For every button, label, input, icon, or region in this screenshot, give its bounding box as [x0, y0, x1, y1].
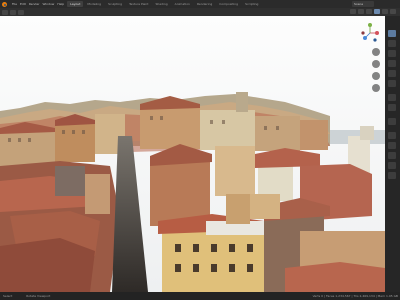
scene-selector[interactable]: Scene [352, 1, 374, 7]
overlay-icon[interactable] [350, 9, 356, 14]
view-menu-icon[interactable] [10, 9, 16, 15]
menu-edit[interactable]: Edit [19, 0, 27, 8]
status-stats: Verts 0 | Faces 1,234,567 | Tris 2,469,1… [312, 294, 398, 298]
tool-annotate-icon[interactable] [388, 94, 396, 101]
tool-move-icon[interactable] [388, 50, 396, 57]
menu-render[interactable]: Render [28, 0, 41, 8]
tool-add-cube-icon[interactable] [388, 118, 396, 125]
wireframe-shading-icon[interactable] [366, 9, 372, 14]
tab-shading[interactable]: Shading [152, 1, 170, 7]
status-select: Select [3, 294, 13, 298]
3d-viewport[interactable] [0, 16, 385, 292]
pan-hand-icon[interactable] [372, 60, 380, 68]
viewport-header [0, 8, 400, 16]
camera-view-icon[interactable] [372, 72, 380, 80]
tab-compositing[interactable]: Compositing [216, 1, 241, 7]
tool-bevel-icon[interactable] [388, 152, 396, 159]
tab-modeling[interactable]: Modeling [84, 1, 104, 7]
tab-layout[interactable]: Layout [67, 1, 84, 7]
status-rotate: Rotate Viewport [26, 294, 51, 298]
tab-sculpting[interactable]: Sculpting [105, 1, 125, 7]
menu-help[interactable]: Help [56, 0, 65, 8]
tool-knife-icon[interactable] [388, 172, 396, 179]
top-bar: File Edit Render Window Help Layout Mode… [0, 0, 400, 8]
tab-rendering[interactable]: Rendering [194, 1, 215, 7]
tool-rotate-icon[interactable] [388, 60, 396, 67]
shading-buttons [350, 9, 396, 14]
tab-animation[interactable]: Animation [172, 1, 193, 7]
main-menu: File Edit Render Window Help [11, 0, 65, 8]
workspace-tabs: Layout Modeling Sculpting Texture Paint … [67, 1, 261, 7]
xray-icon[interactable] [358, 9, 364, 14]
tool-tweak-icon[interactable] [388, 30, 396, 37]
city-scene [0, 16, 385, 292]
tool-extrude-icon[interactable] [388, 132, 396, 139]
tab-texture-paint[interactable]: Texture Paint [126, 1, 151, 7]
tab-scripting[interactable]: Scripting [242, 1, 261, 7]
axis-gizmo-icon[interactable] [359, 22, 381, 44]
menu-file[interactable]: File [11, 0, 18, 8]
tool-transform-icon[interactable] [388, 80, 396, 87]
tool-scale-icon[interactable] [388, 70, 396, 77]
perspective-toggle-icon[interactable] [372, 84, 380, 92]
material-shading-icon[interactable] [382, 9, 388, 14]
status-bar: Select Rotate Viewport Verts 0 | Faces 1… [0, 292, 400, 300]
select-menu-icon[interactable] [18, 9, 24, 15]
tool-cursor-icon[interactable] [388, 40, 396, 47]
editor-type-icon[interactable] [2, 9, 8, 15]
tool-inset-icon[interactable] [388, 142, 396, 149]
zoom-icon[interactable] [372, 48, 380, 56]
tool-loopcut-icon[interactable] [388, 162, 396, 169]
rendered-shading-icon[interactable] [390, 9, 396, 14]
right-toolbar [385, 16, 400, 292]
blender-logo-icon[interactable] [2, 1, 8, 7]
menu-window[interactable]: Window [42, 0, 56, 8]
tool-measure-icon[interactable] [388, 104, 396, 111]
solid-shading-icon[interactable] [374, 9, 380, 14]
